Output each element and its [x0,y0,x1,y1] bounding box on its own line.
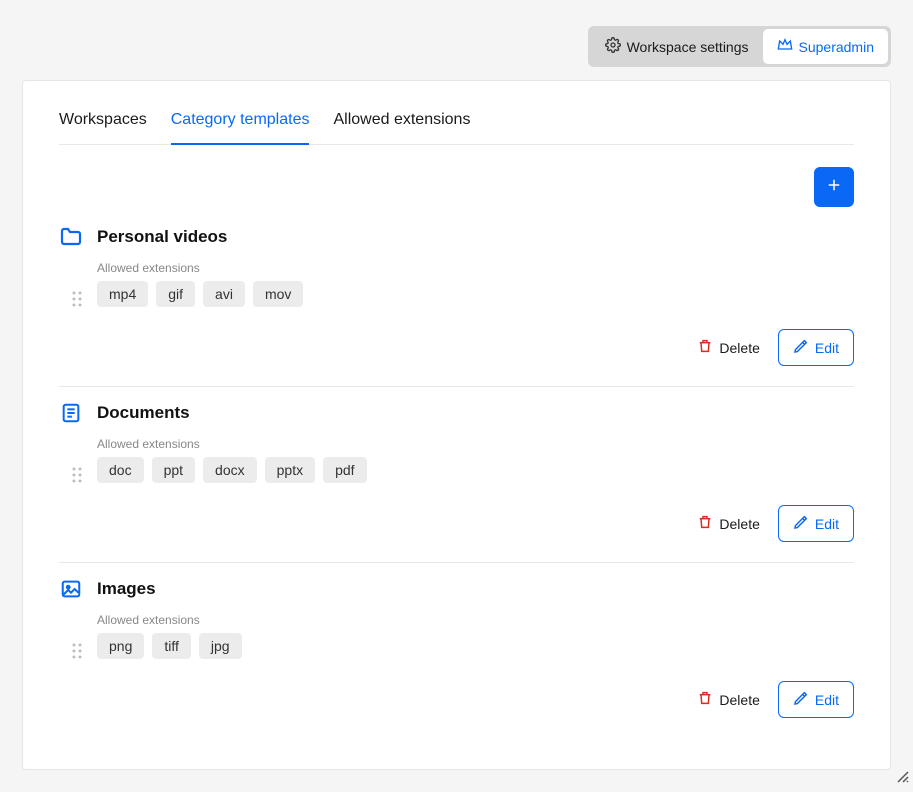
drag-handle-icon[interactable] [71,467,83,483]
extension-tags: docpptdocx pptxpdf [97,457,367,483]
edit-button[interactable]: Edit [778,329,854,366]
extension-tags: pngtiffjpg [97,633,242,659]
category-title: Personal videos [97,227,227,247]
allowed-extensions-label: Allowed extensions [97,437,367,451]
category-title: Documents [97,403,190,423]
plus-icon [825,176,843,199]
extension-tag: pptx [265,457,315,483]
extension-tag: tiff [152,633,191,659]
delete-button[interactable]: Delete [697,514,759,533]
delete-button[interactable]: Delete [697,338,759,357]
pencil-icon [793,338,809,357]
document-icon [59,401,83,425]
pencil-icon [793,514,809,533]
delete-button[interactable]: Delete [697,690,759,709]
drag-handle-icon[interactable] [71,643,83,659]
drag-handle-icon[interactable] [71,291,83,307]
extension-tag: doc [97,457,144,483]
extension-tag: gif [156,281,195,307]
edit-label: Edit [815,516,839,532]
image-icon [59,577,83,601]
tab-category-templates[interactable]: Category templates [171,111,310,145]
extension-tag: mov [253,281,303,307]
edit-button[interactable]: Edit [778,681,854,718]
allowed-extensions-label: Allowed extensions [97,613,242,627]
tab-workspaces[interactable]: Workspaces [59,111,147,145]
extension-tag: mp4 [97,281,148,307]
edit-label: Edit [815,340,839,356]
add-category-button[interactable] [814,167,854,207]
extension-tag: png [97,633,144,659]
extension-tag: ppt [152,457,195,483]
category-item: Personal videos Allowed extensions mp4 gi… [59,225,854,387]
category-title: Images [97,579,156,599]
delete-label: Delete [719,340,759,356]
delete-label: Delete [719,516,759,532]
category-item: Images Allowed extensions pngtiffjpg Del… [59,577,854,738]
resize-handle-icon[interactable] [897,770,909,788]
main-card: Workspaces Category templates Allowed ex… [22,80,891,770]
edit-label: Edit [815,692,839,708]
extension-tags: mp4 gifavimov [97,281,303,307]
extension-tag: pdf [323,457,366,483]
extension-tag: docx [203,457,257,483]
superadmin-button[interactable]: Superadmin [763,29,889,64]
workspace-settings-button[interactable]: Workspace settings [591,29,763,64]
superadmin-label: Superadmin [799,39,875,55]
delete-label: Delete [719,692,759,708]
extension-tag: avi [203,281,245,307]
pencil-icon [793,690,809,709]
crown-icon [777,37,793,56]
tabs: Workspaces Category templates Allowed ex… [59,111,854,145]
trash-icon [697,514,713,533]
folder-icon [59,225,83,249]
extension-tag: jpg [199,633,242,659]
tab-allowed-extensions[interactable]: Allowed extensions [333,111,470,145]
workspace-settings-label: Workspace settings [627,39,749,55]
gear-icon [605,37,621,56]
topbar: Workspace settings Superadmin [588,26,891,67]
allowed-extensions-label: Allowed extensions [97,261,303,275]
trash-icon [697,690,713,709]
edit-button[interactable]: Edit [778,505,854,542]
category-item: Documents Allowed extensions docpptdocxp… [59,401,854,563]
trash-icon [697,338,713,357]
